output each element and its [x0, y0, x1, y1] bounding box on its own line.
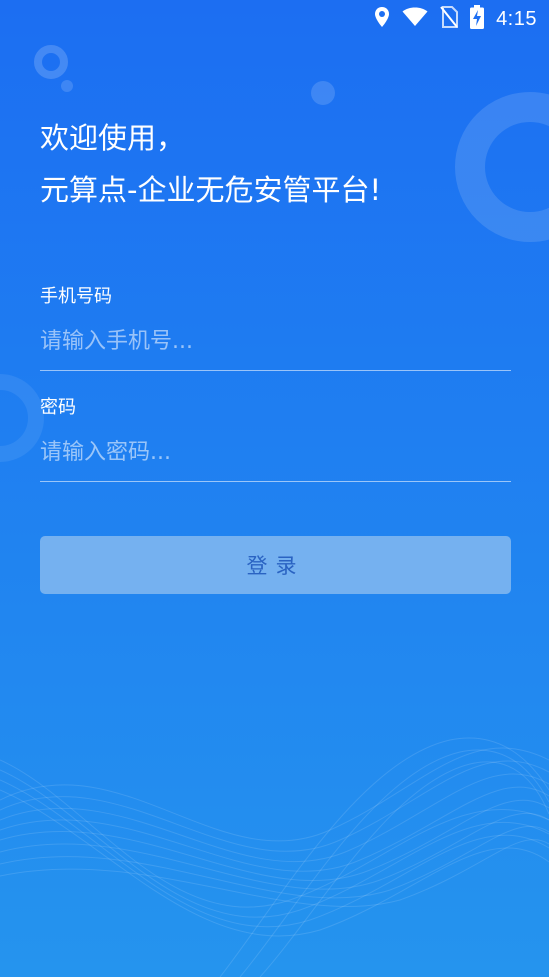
no-sim-icon — [440, 6, 459, 32]
small-ring-decoration — [34, 45, 68, 79]
wifi-icon — [402, 7, 428, 31]
status-bar: 4:15 — [0, 0, 549, 40]
location-icon — [374, 6, 390, 32]
phone-label: 手机号码 — [40, 286, 112, 307]
battery-charging-icon — [470, 5, 485, 33]
dot-decoration — [311, 81, 335, 105]
phone-field-group: 手机号码 — [40, 285, 511, 371]
large-ring-decoration — [455, 92, 549, 242]
status-icons: 4:15 — [374, 5, 537, 33]
left-ring-decoration — [0, 374, 44, 462]
password-label: 密码 — [40, 397, 76, 418]
welcome-line-2: 元算点-企业无危安管平台! — [40, 173, 382, 207]
welcome-heading: 欢迎使用， 元算点-企业无危安管平台! — [40, 112, 381, 216]
wave-decoration — [0, 737, 549, 977]
welcome-line-1: 欢迎使用， — [40, 121, 186, 155]
login-button[interactable]: 登录 — [40, 536, 511, 594]
status-time: 4:15 — [496, 7, 537, 30]
password-input[interactable] — [40, 424, 511, 482]
phone-input[interactable] — [40, 313, 511, 371]
password-field-group: 密码 — [40, 396, 511, 482]
tiny-dot-decoration — [61, 80, 73, 92]
